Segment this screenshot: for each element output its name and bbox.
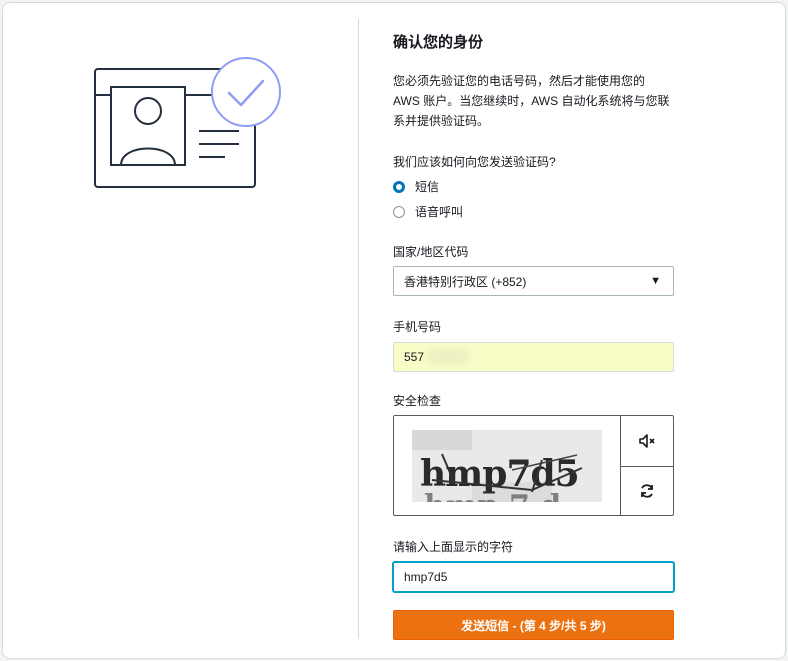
radio-voice-control[interactable]: [393, 205, 405, 218]
refresh-captcha-button[interactable]: [621, 465, 673, 516]
contact-method-label: 我们应该如何向您发送验证码?: [393, 155, 556, 169]
radio-voice-label: 语音呼叫: [415, 205, 464, 219]
captcha-input-label: 请输入上面显示的字符: [393, 540, 514, 554]
radio-sms[interactable]: 短信: [393, 178, 439, 195]
radio-voice[interactable]: 语音呼叫: [393, 203, 463, 220]
country-select[interactable]: 香港特别行政区 (+852) ▼: [393, 266, 674, 296]
captcha-box: hmp7d5 hmp 7 d: [393, 415, 674, 516]
send-sms-button[interactable]: 发送短信 - (第 4 步/共 5 步): [393, 610, 674, 640]
captcha-controls: [620, 416, 673, 515]
speaker-icon: [639, 433, 655, 448]
caret-down-icon: ▼: [650, 275, 661, 287]
column-divider: [358, 19, 359, 639]
radio-sms-control[interactable]: [393, 180, 405, 193]
refresh-icon: [641, 484, 653, 498]
country-label: 国家/地区代码: [393, 245, 469, 259]
page-title: 确认您的身份: [393, 34, 484, 51]
captcha-image: hmp7d5 hmp 7 d: [412, 430, 602, 502]
identity-card-illustration: [94, 57, 281, 188]
audio-captcha-button[interactable]: [621, 416, 673, 466]
verification-page: 确认您的身份 您必须先验证您的电话号码，然后才能使用您的 AWS 账户。当您继续…: [2, 2, 786, 659]
security-check-label: 安全检查: [393, 394, 442, 408]
phone-label: 手机号码: [393, 320, 442, 334]
page-description: 您必须先验证您的电话号码，然后才能使用您的 AWS 账户。当您继续时，AWS 自…: [393, 74, 670, 128]
svg-text:hmp 7 d: hmp 7 d: [424, 489, 561, 502]
check-circle-icon: [211, 57, 281, 127]
radio-sms-label: 短信: [415, 180, 440, 194]
redacted-phone-digits: [426, 349, 470, 365]
country-select-value: 香港特别行政区 (+852): [404, 274, 527, 289]
captcha-input[interactable]: [393, 562, 674, 592]
